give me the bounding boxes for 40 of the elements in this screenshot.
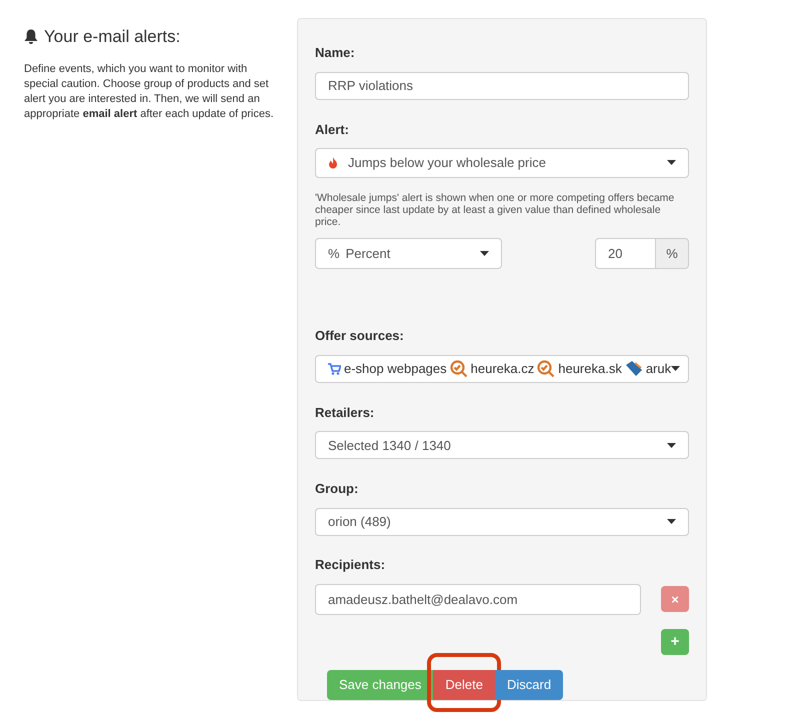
caret-icon: [671, 366, 680, 372]
name-field[interactable]: RRP violations: [315, 72, 689, 100]
source-tag: heureka.sk: [558, 359, 622, 379]
flame-icon: [328, 156, 338, 169]
recipient-field[interactable]: amadeusz.bathelt@dealavo.com: [315, 584, 641, 615]
field-label: Alert:: [315, 120, 350, 139]
select-value: orion (489): [328, 512, 391, 531]
alert-select[interactable]: Jumps below your wholesale price: [315, 148, 689, 178]
field-label: Retailers:: [315, 404, 376, 422]
bell-icon: [24, 29, 38, 44]
retailers-select[interactable]: Selected 1340 / 1340: [315, 431, 689, 460]
caret-icon: [480, 250, 489, 256]
select-value: Percent: [346, 244, 390, 263]
source-tag: heureka.cz: [470, 359, 534, 379]
unit-addon: %: [656, 238, 689, 269]
field-label: Group:: [315, 480, 360, 498]
source-tag: e-shop webpages: [344, 359, 447, 379]
source-tag: aruk: [646, 359, 672, 379]
unit-select[interactable]: % Percent: [315, 238, 502, 269]
field-label: Offer sources:: [315, 327, 405, 346]
field-label: Name:: [315, 44, 356, 62]
section-title: Your e-mail alerts:: [44, 26, 180, 48]
magnifier-icon: [537, 360, 556, 378]
select-value: Jumps below your wholesale price: [348, 154, 546, 172]
offer-sources-select[interactable]: e-shop webpages heureka.cz heureka.sk aruk: [315, 354, 689, 384]
magnifier-icon: [450, 360, 468, 378]
amount-field[interactable]: 20: [595, 238, 656, 269]
caret-icon: [667, 519, 676, 524]
unit-symbol: %: [328, 244, 340, 263]
group-select[interactable]: orion (489): [315, 508, 689, 536]
discard-button[interactable]: Discard: [494, 670, 564, 700]
caret-icon: [667, 442, 676, 448]
cart-icon: [328, 362, 341, 375]
intro-text: Define events, which you want to monitor with special caution. Choose group of products and set alert you are interested in. Then, we will send an appropriate email alert after each update of prices.: [24, 62, 275, 122]
caret-icon: [667, 160, 676, 166]
select-value: Selected 1340 / 1340: [328, 436, 451, 455]
help-text: 'Wholesale jumps' alert is shown when one or more competing offers became cheaper since last update by at least a given value than defined wholesale price.: [315, 192, 676, 228]
delete-button[interactable]: Delete: [433, 670, 495, 700]
tag-icon: [624, 360, 643, 378]
field-label: Recipients:: [315, 556, 386, 574]
